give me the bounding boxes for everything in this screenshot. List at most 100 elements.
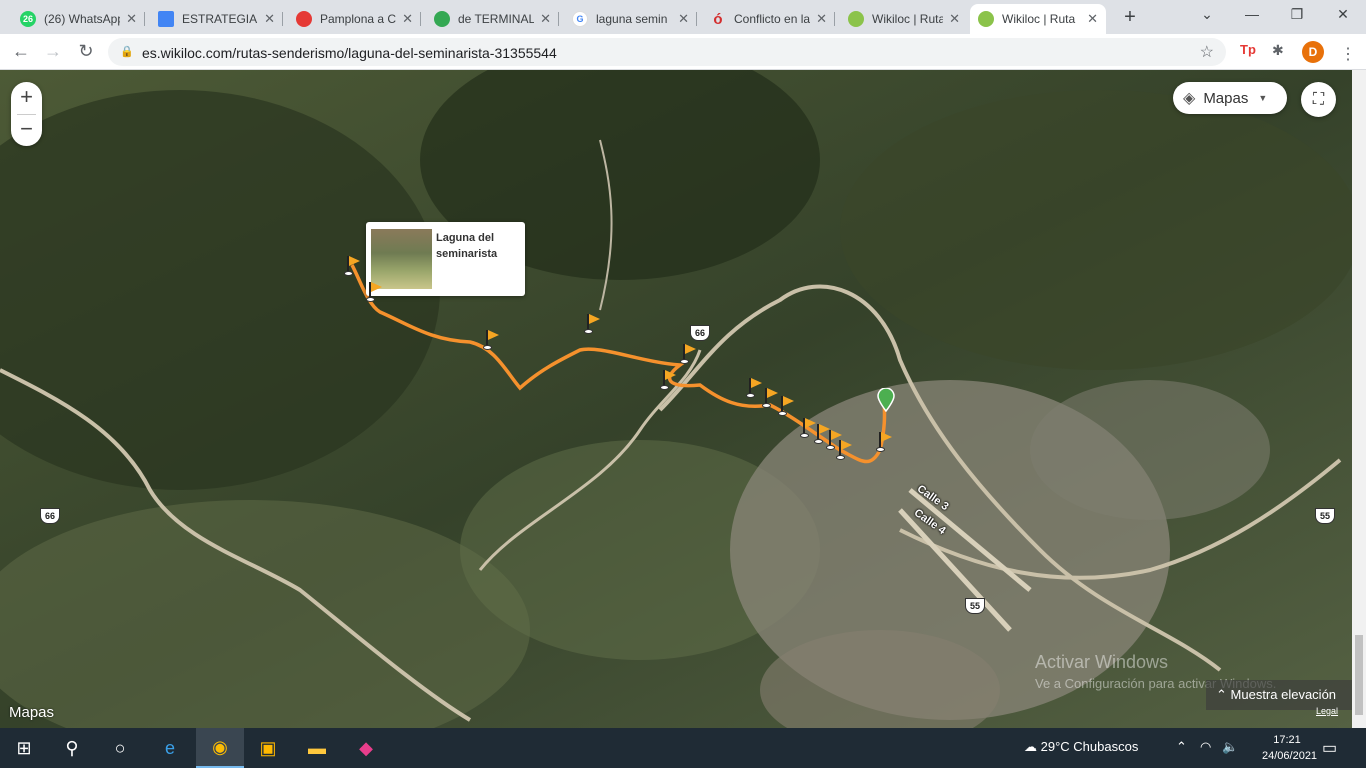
tab-label: (26) WhatsApp (44, 12, 121, 26)
fullscreen-icon: ⛶ (1312, 91, 1325, 108)
zoom-in-button[interactable]: + (11, 82, 42, 114)
tab-strip: 26 (26) WhatsApp ✕ ESTRATEGIA D ✕ Pamplo… (0, 0, 1366, 34)
url-text[interactable]: es.wikiloc.com/rutas-senderismo/laguna-d… (142, 45, 557, 61)
address-bar[interactable]: 🔒 es.wikiloc.com/rutas-senderismo/laguna… (108, 38, 1226, 66)
map-canvas[interactable]: + − ◈ Mapas ▼ ⛶ Laguna del seminarista 6… (0, 70, 1352, 728)
tab-wikiloc-active[interactable]: Wikiloc | Ruta ✕ (970, 4, 1106, 34)
weather-cloud-icon: ☁ (1024, 739, 1037, 754)
popup-title[interactable]: Laguna del seminarista (436, 230, 520, 262)
browser-chrome: 26 (26) WhatsApp ✕ ESTRATEGIA D ✕ Pamplo… (0, 0, 1366, 70)
chrome-icon[interactable]: ◉ (196, 728, 244, 768)
volume-icon[interactable]: 🔈 (1222, 739, 1238, 755)
waypoint-flag-icon[interactable] (778, 394, 796, 416)
search-icon[interactable]: ⚲ (48, 728, 96, 768)
close-icon[interactable]: ✕ (949, 11, 960, 27)
wifi-icon[interactable]: ◠ (1200, 739, 1211, 755)
store-icon[interactable]: ▣ (244, 728, 292, 768)
fullscreen-button[interactable]: ⛶ (1301, 82, 1336, 117)
tab-wikiloc-1[interactable]: Wikiloc | Ruta ✕ (840, 4, 968, 34)
new-tab-button[interactable]: + (1118, 6, 1142, 29)
close-icon[interactable]: ✕ (1087, 11, 1098, 27)
profile-avatar[interactable]: D (1302, 41, 1324, 63)
tab-terminal[interactable]: de TERMINAL ✕ (426, 4, 559, 34)
tab-label: Wikiloc | Ruta (872, 12, 944, 26)
extension-tp-icon[interactable]: Tp (1240, 42, 1256, 57)
waypoint-flag-icon[interactable] (836, 438, 854, 460)
bookmark-star-icon[interactable]: ☆ (1200, 42, 1214, 62)
waypoint-popup[interactable]: Laguna del seminarista (366, 222, 525, 296)
opera-o-icon: ó (713, 10, 723, 28)
maps-pin-icon (434, 11, 450, 27)
notifications-icon[interactable]: ▭ (1322, 738, 1337, 758)
bus-icon (296, 11, 312, 27)
scrollbar-thumb[interactable] (1355, 635, 1363, 715)
lock-icon[interactable]: 🔒 (120, 45, 134, 58)
close-icon[interactable]: ✕ (678, 11, 689, 27)
tab-label: Pamplona a C (320, 12, 397, 26)
start-pin-icon[interactable] (876, 388, 896, 412)
menu-icon[interactable]: ⋮ (1340, 44, 1356, 64)
tab-pamplona[interactable]: Pamplona a C ✕ (288, 4, 421, 34)
taskbar-clock[interactable]: 17:21 24/06/2021 (1262, 732, 1318, 764)
waypoint-flag-icon[interactable] (366, 280, 384, 302)
close-window-icon[interactable]: ✕ (1333, 6, 1353, 23)
map-type-label: Mapas (1203, 89, 1249, 107)
close-icon[interactable]: ✕ (540, 11, 551, 27)
tab-estrategia[interactable]: ESTRATEGIA D ✕ (150, 4, 283, 34)
forward-icon[interactable]: → (42, 41, 64, 62)
waypoint-flag-icon[interactable] (680, 342, 698, 364)
zoom-out-button[interactable]: − (11, 114, 42, 146)
weather-widget[interactable]: ☁ 29°C Chubascos (1024, 739, 1138, 755)
waypoint-flag-icon[interactable] (483, 328, 501, 350)
map-type-selector[interactable]: ◈ Mapas ▼ (1173, 82, 1287, 114)
close-icon[interactable]: ✕ (816, 11, 827, 27)
minimize-icon[interactable]: — (1242, 6, 1262, 22)
elevation-label: Muestra elevación (1230, 687, 1337, 702)
tab-label: Wikiloc | Ruta (1002, 12, 1076, 26)
tab-label: Conflicto en la (734, 12, 811, 26)
road-shield: 66 (40, 508, 60, 524)
tab-label: ESTRATEGIA D (182, 12, 258, 26)
close-icon[interactable]: ✕ (126, 11, 137, 27)
tab-label: de TERMINAL (458, 12, 535, 26)
weather-text: Chubascos (1073, 739, 1139, 754)
windows-taskbar: ⊞ ⚲ ○ e ◉ ▣ ▬ ◆ ☁ 29°C Chubascos ⌃ ◠ 🔈 1… (0, 728, 1366, 768)
tab-whatsapp[interactable]: 26 (26) WhatsApp ✕ (12, 4, 145, 34)
satellite-imagery (0, 70, 1352, 728)
tab-conflicto[interactable]: ó Conflicto en la ✕ (702, 4, 835, 34)
whatsapp-icon: 26 (20, 11, 36, 27)
tray-chevron-up-icon[interactable]: ⌃ (1176, 739, 1187, 755)
layers-icon: ◈ (1183, 90, 1196, 107)
google-icon: G (572, 11, 588, 27)
docs-icon (158, 11, 174, 27)
toolbar: ← → ↻ 🔒 es.wikiloc.com/rutas-senderismo/… (0, 34, 1366, 70)
attribution-text: Mapas (9, 704, 55, 721)
file-explorer-icon[interactable]: ▬ (293, 728, 341, 768)
wikiloc-icon (848, 11, 864, 27)
chevron-up-icon: ⌃ (1216, 687, 1227, 702)
clock-date: 24/06/2021 (1262, 750, 1318, 762)
map-attribution: Mapas (9, 704, 54, 721)
close-icon[interactable]: ✕ (402, 11, 413, 27)
paint-drop-icon[interactable]: ◆ (342, 728, 390, 768)
tab-label: laguna semin (596, 12, 668, 26)
windows-start-icon[interactable]: ⊞ (0, 728, 48, 768)
back-icon[interactable]: ← (10, 41, 32, 62)
close-icon[interactable]: ✕ (264, 11, 275, 27)
maximize-icon[interactable]: ❐ (1287, 6, 1307, 23)
tab-search-icon[interactable]: ⌄ (1197, 6, 1217, 23)
page-scrollbar[interactable] (1352, 70, 1366, 728)
waypoint-flag-icon[interactable] (584, 312, 602, 334)
reload-icon[interactable]: ↻ (75, 41, 97, 62)
chevron-down-icon: ▼ (1258, 93, 1268, 103)
waypoint-flag-icon[interactable] (876, 430, 894, 452)
legal-link[interactable]: Legal (1316, 706, 1338, 716)
extensions-puzzle-icon[interactable]: ✱ (1272, 42, 1284, 59)
edge-icon[interactable]: e (146, 728, 194, 768)
waypoint-flag-icon[interactable] (660, 368, 678, 390)
activation-watermark-title: Activar Windows (1035, 652, 1169, 672)
zoom-control: + − (11, 82, 42, 146)
tab-laguna-search[interactable]: G laguna semin ✕ (564, 4, 697, 34)
cortana-icon[interactable]: ○ (96, 728, 144, 768)
waypoint-flag-icon[interactable] (344, 254, 362, 276)
